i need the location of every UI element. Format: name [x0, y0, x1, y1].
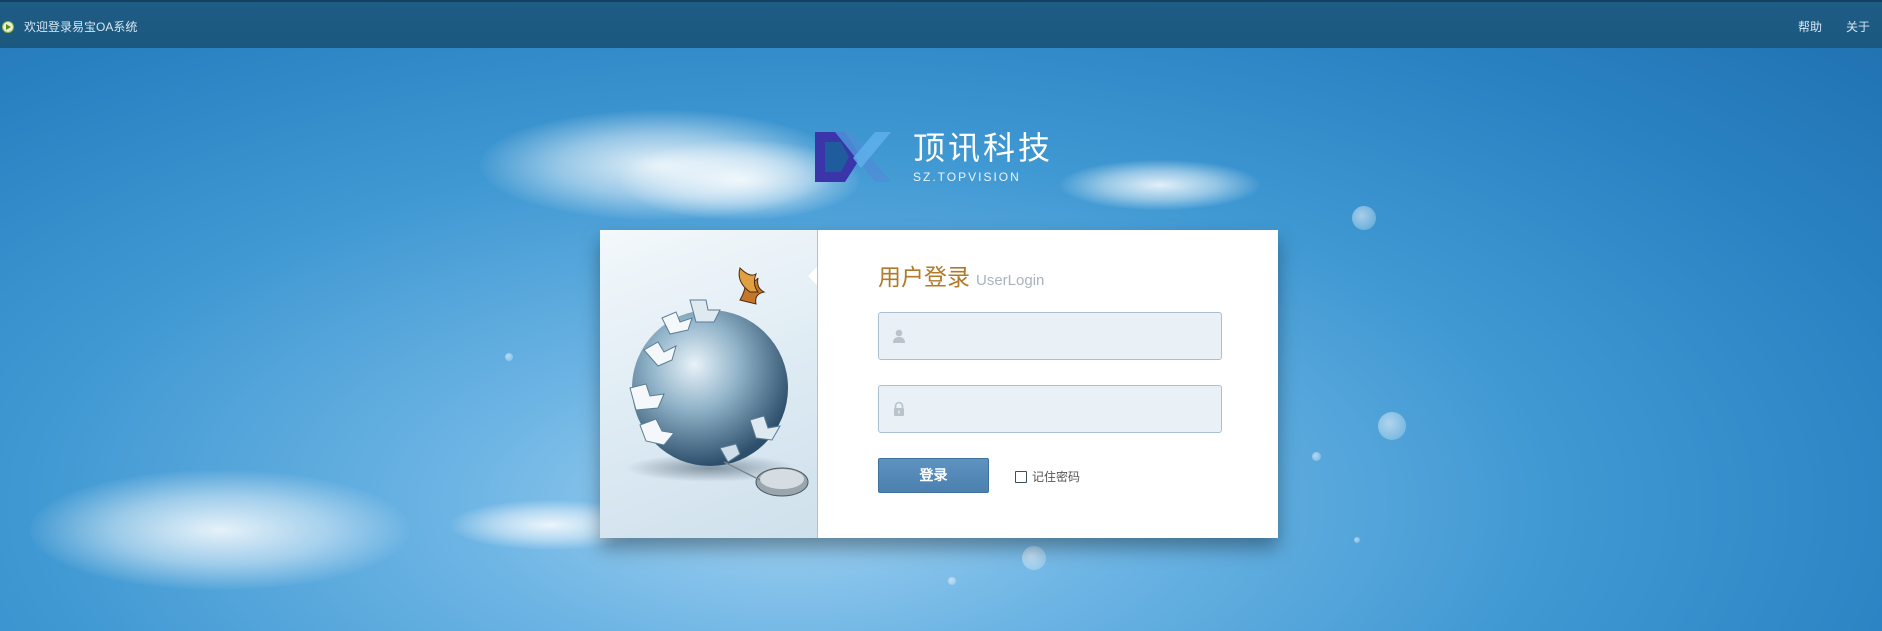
welcome-text: 欢迎登录易宝OA系统	[24, 20, 138, 34]
help-link[interactable]: 帮助	[1798, 18, 1822, 35]
bubble-decoration	[1378, 412, 1406, 440]
logo-mark-icon	[815, 132, 891, 182]
remember-password[interactable]: 记住密码	[1015, 468, 1080, 485]
remember-checkbox[interactable]	[1015, 470, 1027, 483]
cloud-decoration	[30, 470, 410, 590]
lock-icon	[894, 401, 904, 416]
play-icon	[2, 20, 14, 33]
globe-illustration-icon	[625, 267, 809, 497]
about-link[interactable]: 关于	[1846, 18, 1870, 35]
top-links: 帮助 关于	[1798, 18, 1870, 35]
company-name-cn: 顶讯科技	[913, 130, 1054, 166]
remember-label: 记住密码	[1032, 470, 1081, 484]
login-panel: 用户登录 UserLogin 登录 记住密码	[600, 230, 1278, 538]
bubble-decoration	[948, 577, 956, 585]
top-bar: 欢迎登录易宝OA系统 帮助 关于	[0, 0, 1882, 48]
bubble-decoration	[505, 353, 513, 361]
login-button[interactable]: 登录	[878, 458, 989, 493]
cloud-decoration	[1060, 160, 1260, 210]
username-input[interactable]	[919, 313, 1213, 361]
user-icon	[893, 329, 905, 343]
password-input[interactable]	[919, 386, 1213, 434]
bubble-decoration	[1352, 206, 1376, 230]
login-title-en: UserLogin	[976, 272, 1045, 289]
bubble-decoration	[1354, 537, 1360, 543]
username-field[interactable]	[878, 312, 1222, 361]
company-name-en: SZ.TOPVISION	[913, 170, 1021, 184]
password-field[interactable]	[878, 385, 1222, 434]
login-illustration	[600, 230, 818, 538]
welcome-area: 欢迎登录易宝OA系统	[2, 18, 137, 35]
bubble-decoration	[1022, 546, 1046, 570]
bubble-decoration	[1312, 452, 1321, 461]
company-logo: 顶讯科技 SZ.TOPVISION	[815, 128, 1053, 186]
login-title-cn: 用户登录	[878, 264, 970, 290]
panel-arrow	[808, 266, 817, 286]
login-title: 用户登录 UserLogin	[878, 258, 1044, 292]
